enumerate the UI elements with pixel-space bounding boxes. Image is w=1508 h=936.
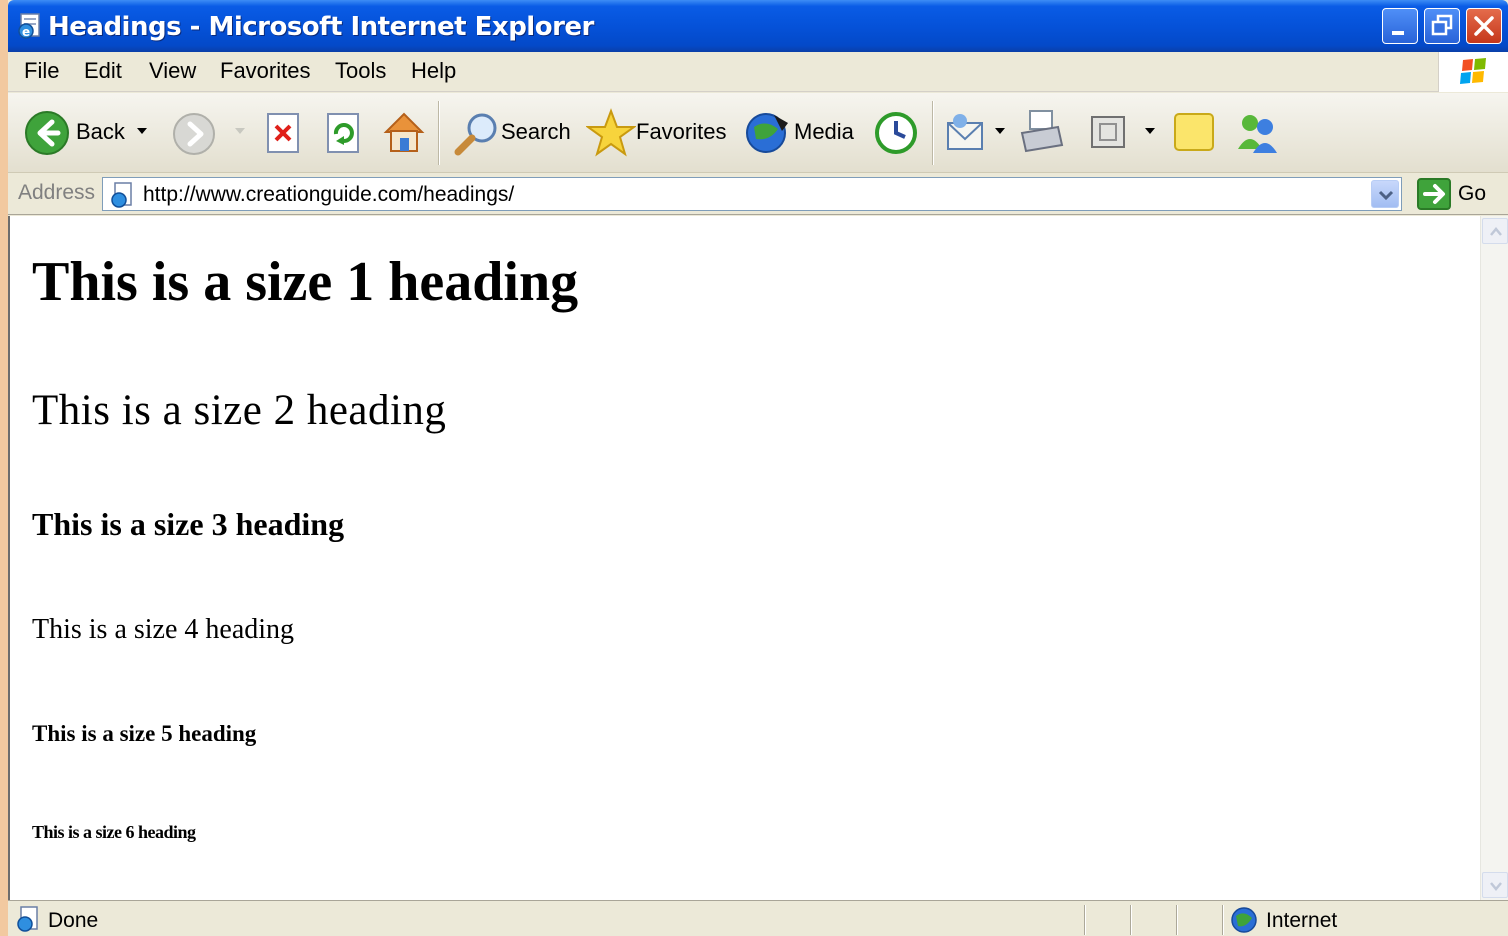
close-icon [1474,16,1494,36]
discuss-icon[interactable] [1172,111,1218,155]
home-icon[interactable] [380,108,428,156]
internet-globe-icon [1231,907,1257,933]
forward-dropdown-icon [235,128,245,134]
menu-view[interactable]: View [149,58,196,84]
history-icon[interactable] [872,109,920,157]
chevron-down-icon [1378,190,1394,201]
media-icon[interactable] [744,109,792,157]
heading-1: This is a size 1 heading [32,251,579,313]
security-zone-label: Internet [1266,909,1338,932]
page-content: This is a size 1 heading This is a size … [8,216,1508,900]
heading-5: This is a size 5 heading [32,721,257,746]
back-button-label[interactable]: Back [76,119,125,145]
menu-edit[interactable]: Edit [84,58,122,84]
address-label: Address [18,181,96,204]
menu-help[interactable]: Help [411,58,456,84]
menu-favorites[interactable]: Favorites [220,58,310,84]
address-input[interactable]: http://www.creationguide.com/headings/ [102,177,1402,211]
windows-flag-icon [1460,58,1486,84]
heading-2: This is a size 2 heading [32,387,447,434]
toolbar-separator [438,101,440,165]
status-separator [1084,905,1086,935]
go-button-label[interactable]: Go [1458,182,1486,206]
browser-window: e Headings - Microsoft Internet Explorer… [8,0,1508,936]
menu-tools[interactable]: Tools [335,58,386,84]
favorites-star-icon[interactable] [586,108,636,158]
status-bar: Done Internet [8,900,1508,936]
stop-icon[interactable] [264,110,304,156]
menu-file[interactable]: File [24,58,59,84]
chevron-up-icon [1490,227,1502,236]
close-button[interactable] [1466,8,1502,44]
scroll-down-button[interactable] [1482,872,1508,898]
edit-icon[interactable] [1088,111,1132,155]
restore-icon [1431,14,1453,36]
refresh-icon[interactable] [324,110,364,156]
status-separator [1130,905,1132,935]
ie-page-icon: e [18,13,40,39]
edit-dropdown-icon[interactable] [1142,123,1158,139]
restore-button[interactable] [1424,8,1460,44]
search-icon[interactable] [452,108,502,158]
forward-arrow-icon[interactable] [172,112,216,156]
chevron-down-icon [1490,882,1502,891]
messenger-icon[interactable] [1232,109,1282,157]
mail-dropdown-icon[interactable] [992,123,1008,139]
scroll-up-button[interactable] [1482,218,1508,244]
back-arrow-icon[interactable] [24,110,70,156]
vertical-scrollbar[interactable] [1480,216,1508,900]
address-dropdown-button[interactable] [1371,180,1399,208]
svg-text:e: e [22,25,30,39]
go-button[interactable]: Go [1416,177,1502,211]
title-bar[interactable]: e Headings - Microsoft Internet Explorer [8,0,1508,52]
mail-icon[interactable] [944,111,992,157]
media-button-label[interactable]: Media [794,119,854,145]
print-icon[interactable] [1018,107,1066,157]
heading-6: This is a size 6 heading [32,822,196,842]
page-done-icon [17,906,38,932]
status-text: Done [48,909,99,932]
windows-logo [1438,52,1508,92]
toolbar-separator [932,101,934,165]
standard-toolbar: Back Search Favorites Media [8,93,1508,173]
search-button-label[interactable]: Search [501,119,571,145]
minimize-icon [1392,31,1404,35]
back-dropdown-icon[interactable] [134,123,150,139]
page-icon [111,182,132,208]
address-bar: Address http://www.creationguide.com/hea… [8,173,1508,215]
heading-3: This is a size 3 heading [32,506,345,542]
go-arrow-icon [1417,178,1451,210]
window-title: Headings - Microsoft Internet Explorer [48,12,594,42]
heading-4: This is a size 4 heading [32,614,295,645]
minimize-button[interactable] [1382,8,1418,44]
address-url[interactable]: http://www.creationguide.com/headings/ [143,183,514,207]
status-separator [1176,905,1178,935]
favorites-button-label[interactable]: Favorites [636,119,726,145]
status-separator [1222,905,1224,935]
menu-bar: File Edit View Favorites Tools Help [8,52,1508,92]
